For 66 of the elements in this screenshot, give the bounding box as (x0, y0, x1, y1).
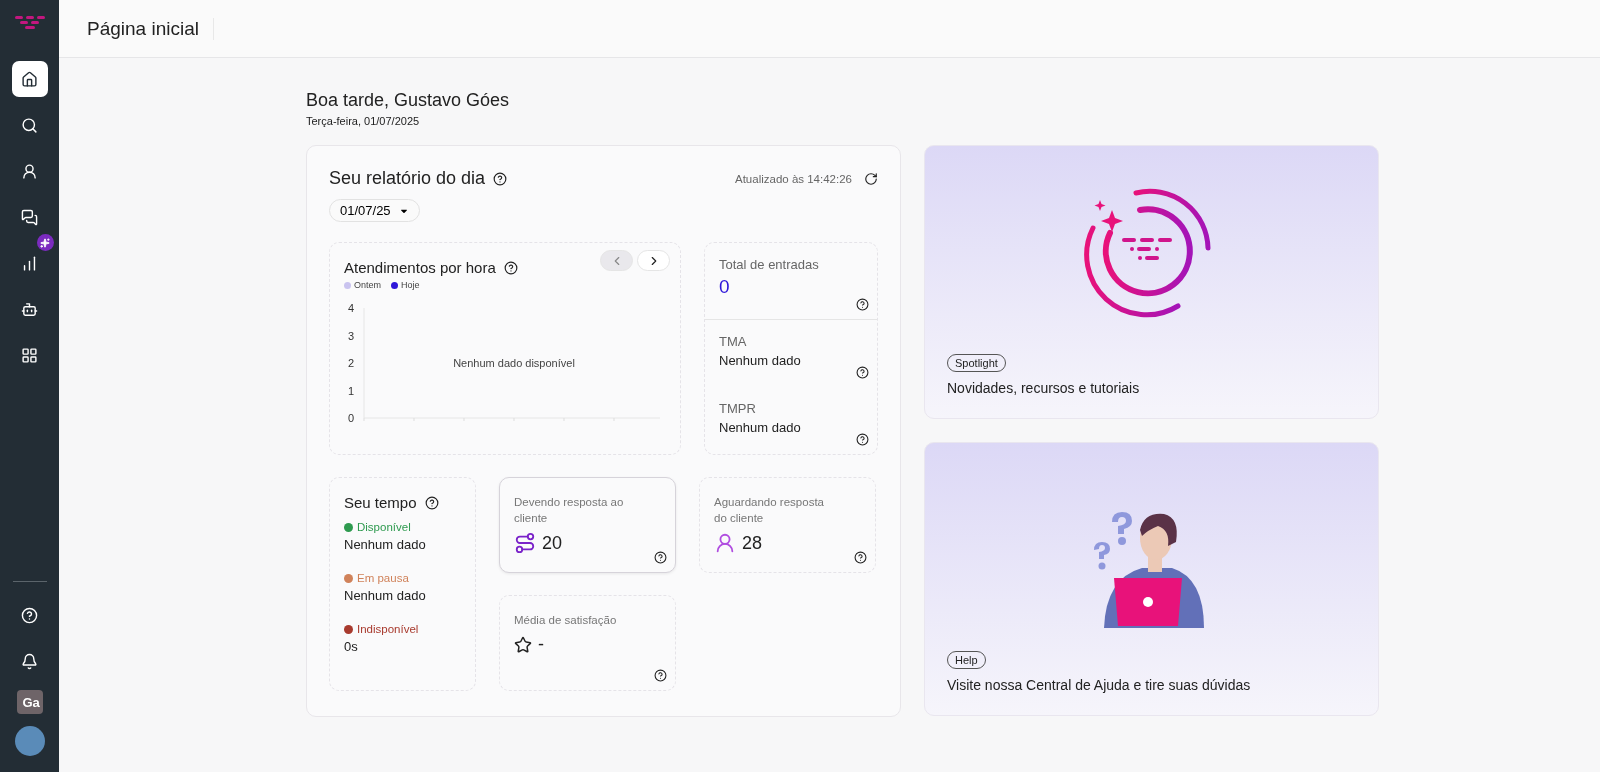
status-value: Nenhum dado (344, 588, 427, 603)
time-title: Seu tempo (344, 494, 417, 511)
status-label: Disponível (357, 521, 411, 533)
chat-icon (21, 208, 38, 226)
home-icon (21, 70, 38, 88)
metric-value: 20 (542, 532, 563, 554)
stat-label: TMPR (719, 401, 757, 417)
help-icon[interactable] (424, 495, 439, 510)
page-title: Página inicial (87, 17, 214, 40)
bell-icon (21, 652, 38, 670)
stat-label: Total de entradas (719, 257, 820, 272)
legend-label: Hoje (401, 280, 420, 290)
y-axis-label: 4 (348, 302, 355, 314)
metric-value: 28 (742, 532, 763, 554)
stat-value: Nenhum dado (719, 420, 802, 436)
chart-title: Atendimentos por hora (344, 259, 496, 276)
robot-icon (21, 300, 38, 318)
stat-label: TMA (719, 334, 748, 350)
status-value: Nenhum dado (344, 537, 427, 552)
metric-card[interactable]: Devendo resposta ao cliente 20 (499, 477, 676, 573)
promo-card[interactable]: Spotlight Novidades, recursos e tutoriais (924, 145, 1379, 419)
bar-chart-icon (21, 254, 38, 272)
stat-value: 0 (719, 276, 731, 298)
help-icon[interactable] (654, 551, 667, 564)
y-axis-label: 2 (348, 357, 355, 369)
no-data-message: Nenhum dado disponível (453, 357, 575, 369)
status-label: Em pausa (357, 572, 409, 584)
apps-icon (21, 346, 38, 364)
help-icon[interactable] (854, 551, 867, 564)
help-icon[interactable] (503, 260, 518, 275)
metric-card[interactable]: Aguardando resposta do cliente 28 (699, 477, 876, 573)
date-picker[interactable]: 01/07/25 (329, 199, 420, 222)
help-icon[interactable] (856, 366, 869, 380)
person-icon (21, 162, 38, 180)
person-icon (714, 532, 736, 554)
logo-icon (14, 16, 45, 30)
report-title: Seu relatório do dia (329, 168, 486, 189)
refresh-icon[interactable] (864, 171, 878, 186)
y-axis-label: 0 (348, 412, 355, 424)
help-icon[interactable] (856, 298, 869, 312)
promo-text: Novidades, recursos e tutoriais (947, 380, 1141, 396)
user-avatar[interactable] (14, 726, 45, 756)
y-axis-label: 3 (348, 329, 355, 342)
status-label: Indisponível (357, 623, 419, 635)
help-icon[interactable] (654, 669, 667, 682)
stat-value: Nenhum dado (719, 353, 802, 369)
help-icon[interactable] (493, 171, 508, 186)
y-axis-label: 1 (348, 384, 355, 397)
current-date: Terça-feira, 01/07/2025 (306, 115, 421, 127)
promo-text: Visite nossa Central de Ajuda e tire suas dúvidas (947, 677, 1252, 693)
workspace-button[interactable]: Ga (16, 690, 43, 714)
metric-label: Média de satisfação (514, 613, 618, 628)
metric-card[interactable]: Média de satisfação - (499, 595, 676, 691)
status-value: 0s (344, 639, 359, 654)
legend-label: Ontem (354, 280, 381, 290)
greeting: Boa tarde, Gustavo Góes (306, 90, 511, 111)
metric-label: Devendo resposta ao cliente (514, 495, 624, 526)
metric-value: - (538, 634, 544, 655)
nav-item[interactable] (11, 61, 48, 97)
search-icon (21, 116, 38, 134)
promo-card[interactable]: Help Visite nossa Central de Ajuda e tire suas dúvidas (924, 442, 1379, 716)
star-icon (514, 635, 532, 654)
updated-time: Atualizado às 14:42:26 (735, 172, 852, 185)
help-icon (21, 606, 38, 624)
help-icon[interactable] (856, 433, 869, 446)
metric-label: Aguardando resposta do cliente (714, 495, 824, 526)
